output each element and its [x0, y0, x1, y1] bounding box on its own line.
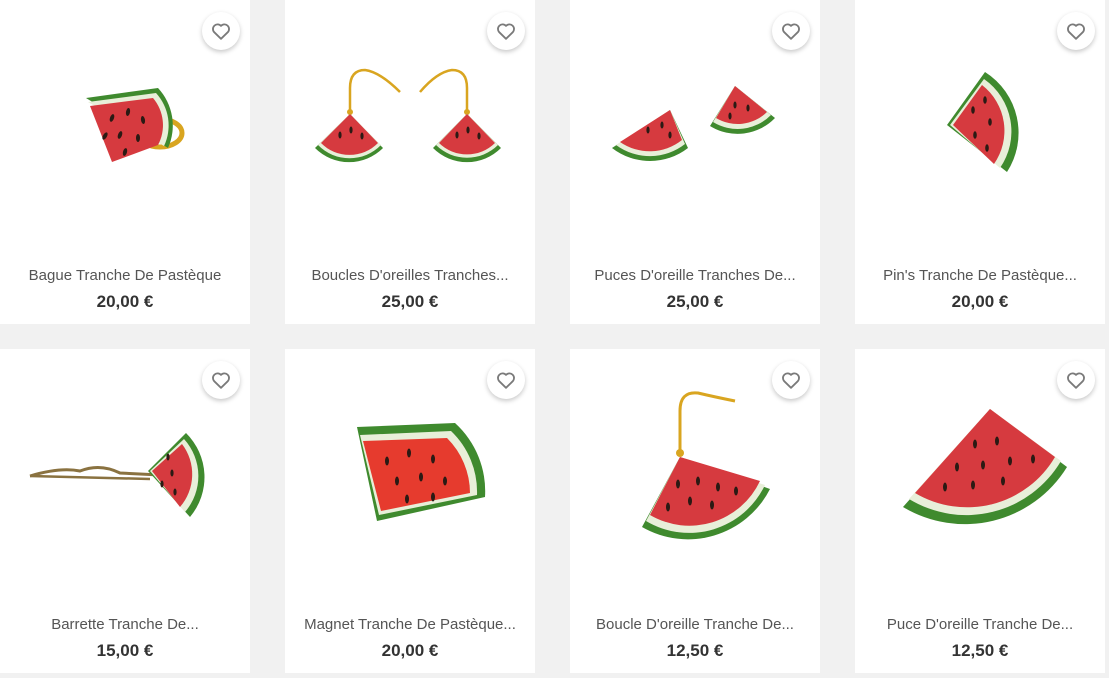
product-card[interactable]: Bague Tranche De Pastèque 20,00 €	[0, 0, 250, 324]
wishlist-button[interactable]	[202, 12, 240, 50]
heart-outline-icon	[212, 23, 230, 40]
product-title[interactable]: Barrette Tranche De...	[0, 616, 250, 633]
product-card[interactable]: Boucle D'oreille Tranche De... 12,50 €	[570, 349, 820, 673]
product-title[interactable]: Puce D'oreille Tranche De...	[855, 616, 1105, 633]
product-price: 20,00 €	[381, 641, 439, 660]
product-title[interactable]: Pin's Tranche De Pastèque...	[855, 267, 1105, 284]
wishlist-button[interactable]	[1057, 361, 1095, 399]
wishlist-button[interactable]	[487, 361, 525, 399]
heart-outline-icon	[1067, 372, 1085, 389]
heart-outline-icon	[782, 23, 800, 40]
heart-outline-icon	[782, 372, 800, 389]
wishlist-button[interactable]	[772, 12, 810, 50]
product-card[interactable]: Barrette Tranche De... 15,00 €	[0, 349, 250, 673]
product-title[interactable]: Puces D'oreille Tranches De...	[570, 267, 820, 284]
product-price: 12,50 €	[951, 641, 1009, 660]
product-card[interactable]: Puces D'oreille Tranches De... 25,00 €	[570, 0, 820, 324]
product-card[interactable]: Puce D'oreille Tranche De... 12,50 €	[855, 349, 1105, 673]
product-title[interactable]: Boucles D'oreilles Tranches...	[285, 267, 535, 284]
product-title[interactable]: Magnet Tranche De Pastèque...	[285, 616, 535, 633]
product-price: 15,00 €	[96, 641, 154, 660]
product-price: 20,00 €	[951, 292, 1009, 311]
heart-outline-icon	[212, 372, 230, 389]
product-title[interactable]: Bague Tranche De Pastèque	[0, 267, 250, 284]
product-card[interactable]: Magnet Tranche De Pastèque... 20,00 €	[285, 349, 535, 673]
wishlist-button[interactable]	[202, 361, 240, 399]
wishlist-button[interactable]	[487, 12, 525, 50]
product-price: 20,00 €	[96, 292, 154, 311]
product-card[interactable]: Pin's Tranche De Pastèque... 20,00 €	[855, 0, 1105, 324]
product-price: 25,00 €	[666, 292, 724, 311]
wishlist-button[interactable]	[772, 361, 810, 399]
product-card[interactable]: Boucles D'oreilles Tranches... 25,00 €	[285, 0, 535, 324]
product-price: 25,00 €	[381, 292, 439, 311]
heart-outline-icon	[497, 372, 515, 389]
product-price: 12,50 €	[666, 641, 724, 660]
product-grid: Bague Tranche De Pastèque 20,00 € Boucle…	[0, 0, 1109, 678]
heart-outline-icon	[1067, 23, 1085, 40]
product-title[interactable]: Boucle D'oreille Tranche De...	[570, 616, 820, 633]
wishlist-button[interactable]	[1057, 12, 1095, 50]
heart-outline-icon	[497, 23, 515, 40]
